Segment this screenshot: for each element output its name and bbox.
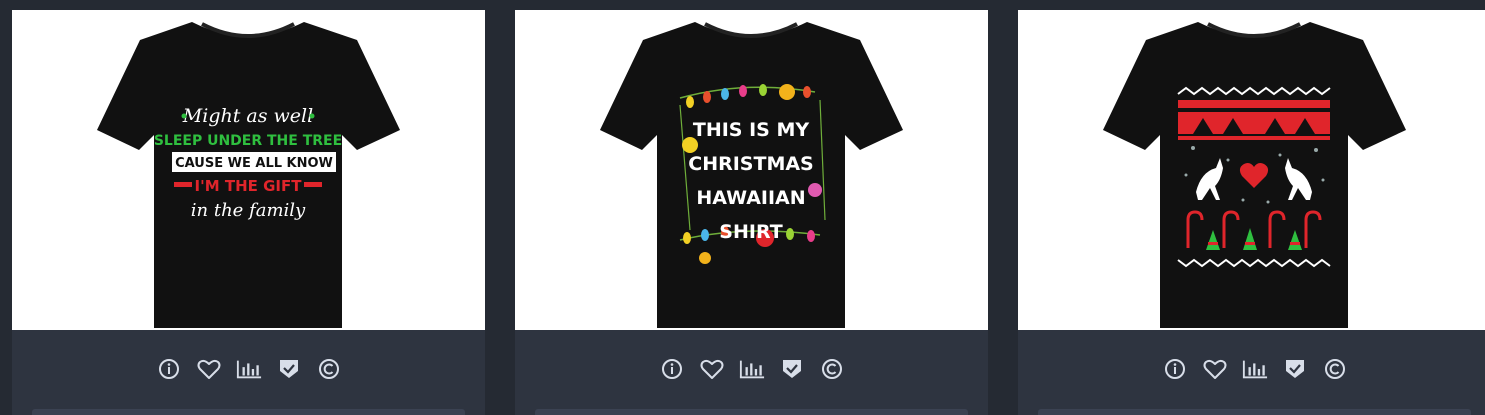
info-icon[interactable] xyxy=(156,356,182,382)
design-line: in the family xyxy=(191,200,306,221)
tshirt-shape xyxy=(600,22,903,328)
info-icon[interactable] xyxy=(659,356,685,382)
design-line: THIS IS MY xyxy=(693,119,810,141)
product-card[interactable] xyxy=(1018,10,1485,415)
design-line: HAWAIIAN xyxy=(696,187,805,209)
shield-check-icon[interactable] xyxy=(1282,356,1308,382)
design-line: SLEEP UNDER THE TREE xyxy=(154,133,342,149)
product-card[interactable]: Might as well SLEEP UNDER THE TREE CAUSE… xyxy=(12,10,485,415)
product-image[interactable] xyxy=(1018,10,1485,330)
heart-icon[interactable] xyxy=(699,356,725,382)
design-line: SHIRT xyxy=(719,221,782,243)
product-card[interactable]: THIS IS MY CHRISTMAS HAWAIIAN SHIRT xyxy=(515,10,988,415)
heart-icon[interactable] xyxy=(196,356,222,382)
tshirt-shape xyxy=(97,22,400,328)
heart-icon[interactable] xyxy=(1202,356,1228,382)
product-actions xyxy=(515,330,988,408)
bar-chart-icon[interactable] xyxy=(1242,356,1268,382)
product-actions xyxy=(1018,330,1485,408)
copyright-icon[interactable] xyxy=(316,356,342,382)
product-actions xyxy=(12,330,485,408)
shield-check-icon[interactable] xyxy=(276,356,302,382)
design-line: Might as well xyxy=(182,105,313,127)
copyright-icon[interactable] xyxy=(1322,356,1348,382)
design-line: CAUSE WE ALL KNOW xyxy=(175,156,333,171)
design-line: CHRISTMAS xyxy=(688,153,814,175)
shield-check-icon[interactable] xyxy=(779,356,805,382)
design-line: I'M THE GIFT xyxy=(195,177,303,195)
info-icon[interactable] xyxy=(1162,356,1188,382)
card-bottom-bar xyxy=(535,409,968,415)
bar-chart-icon[interactable] xyxy=(236,356,262,382)
product-image[interactable]: THIS IS MY CHRISTMAS HAWAIIAN SHIRT xyxy=(515,10,988,330)
bar-chart-icon[interactable] xyxy=(739,356,765,382)
copyright-icon[interactable] xyxy=(819,356,845,382)
card-bottom-bar xyxy=(1038,409,1471,415)
product-image[interactable]: Might as well SLEEP UNDER THE TREE CAUSE… xyxy=(12,10,485,330)
card-bottom-bar xyxy=(32,409,465,415)
